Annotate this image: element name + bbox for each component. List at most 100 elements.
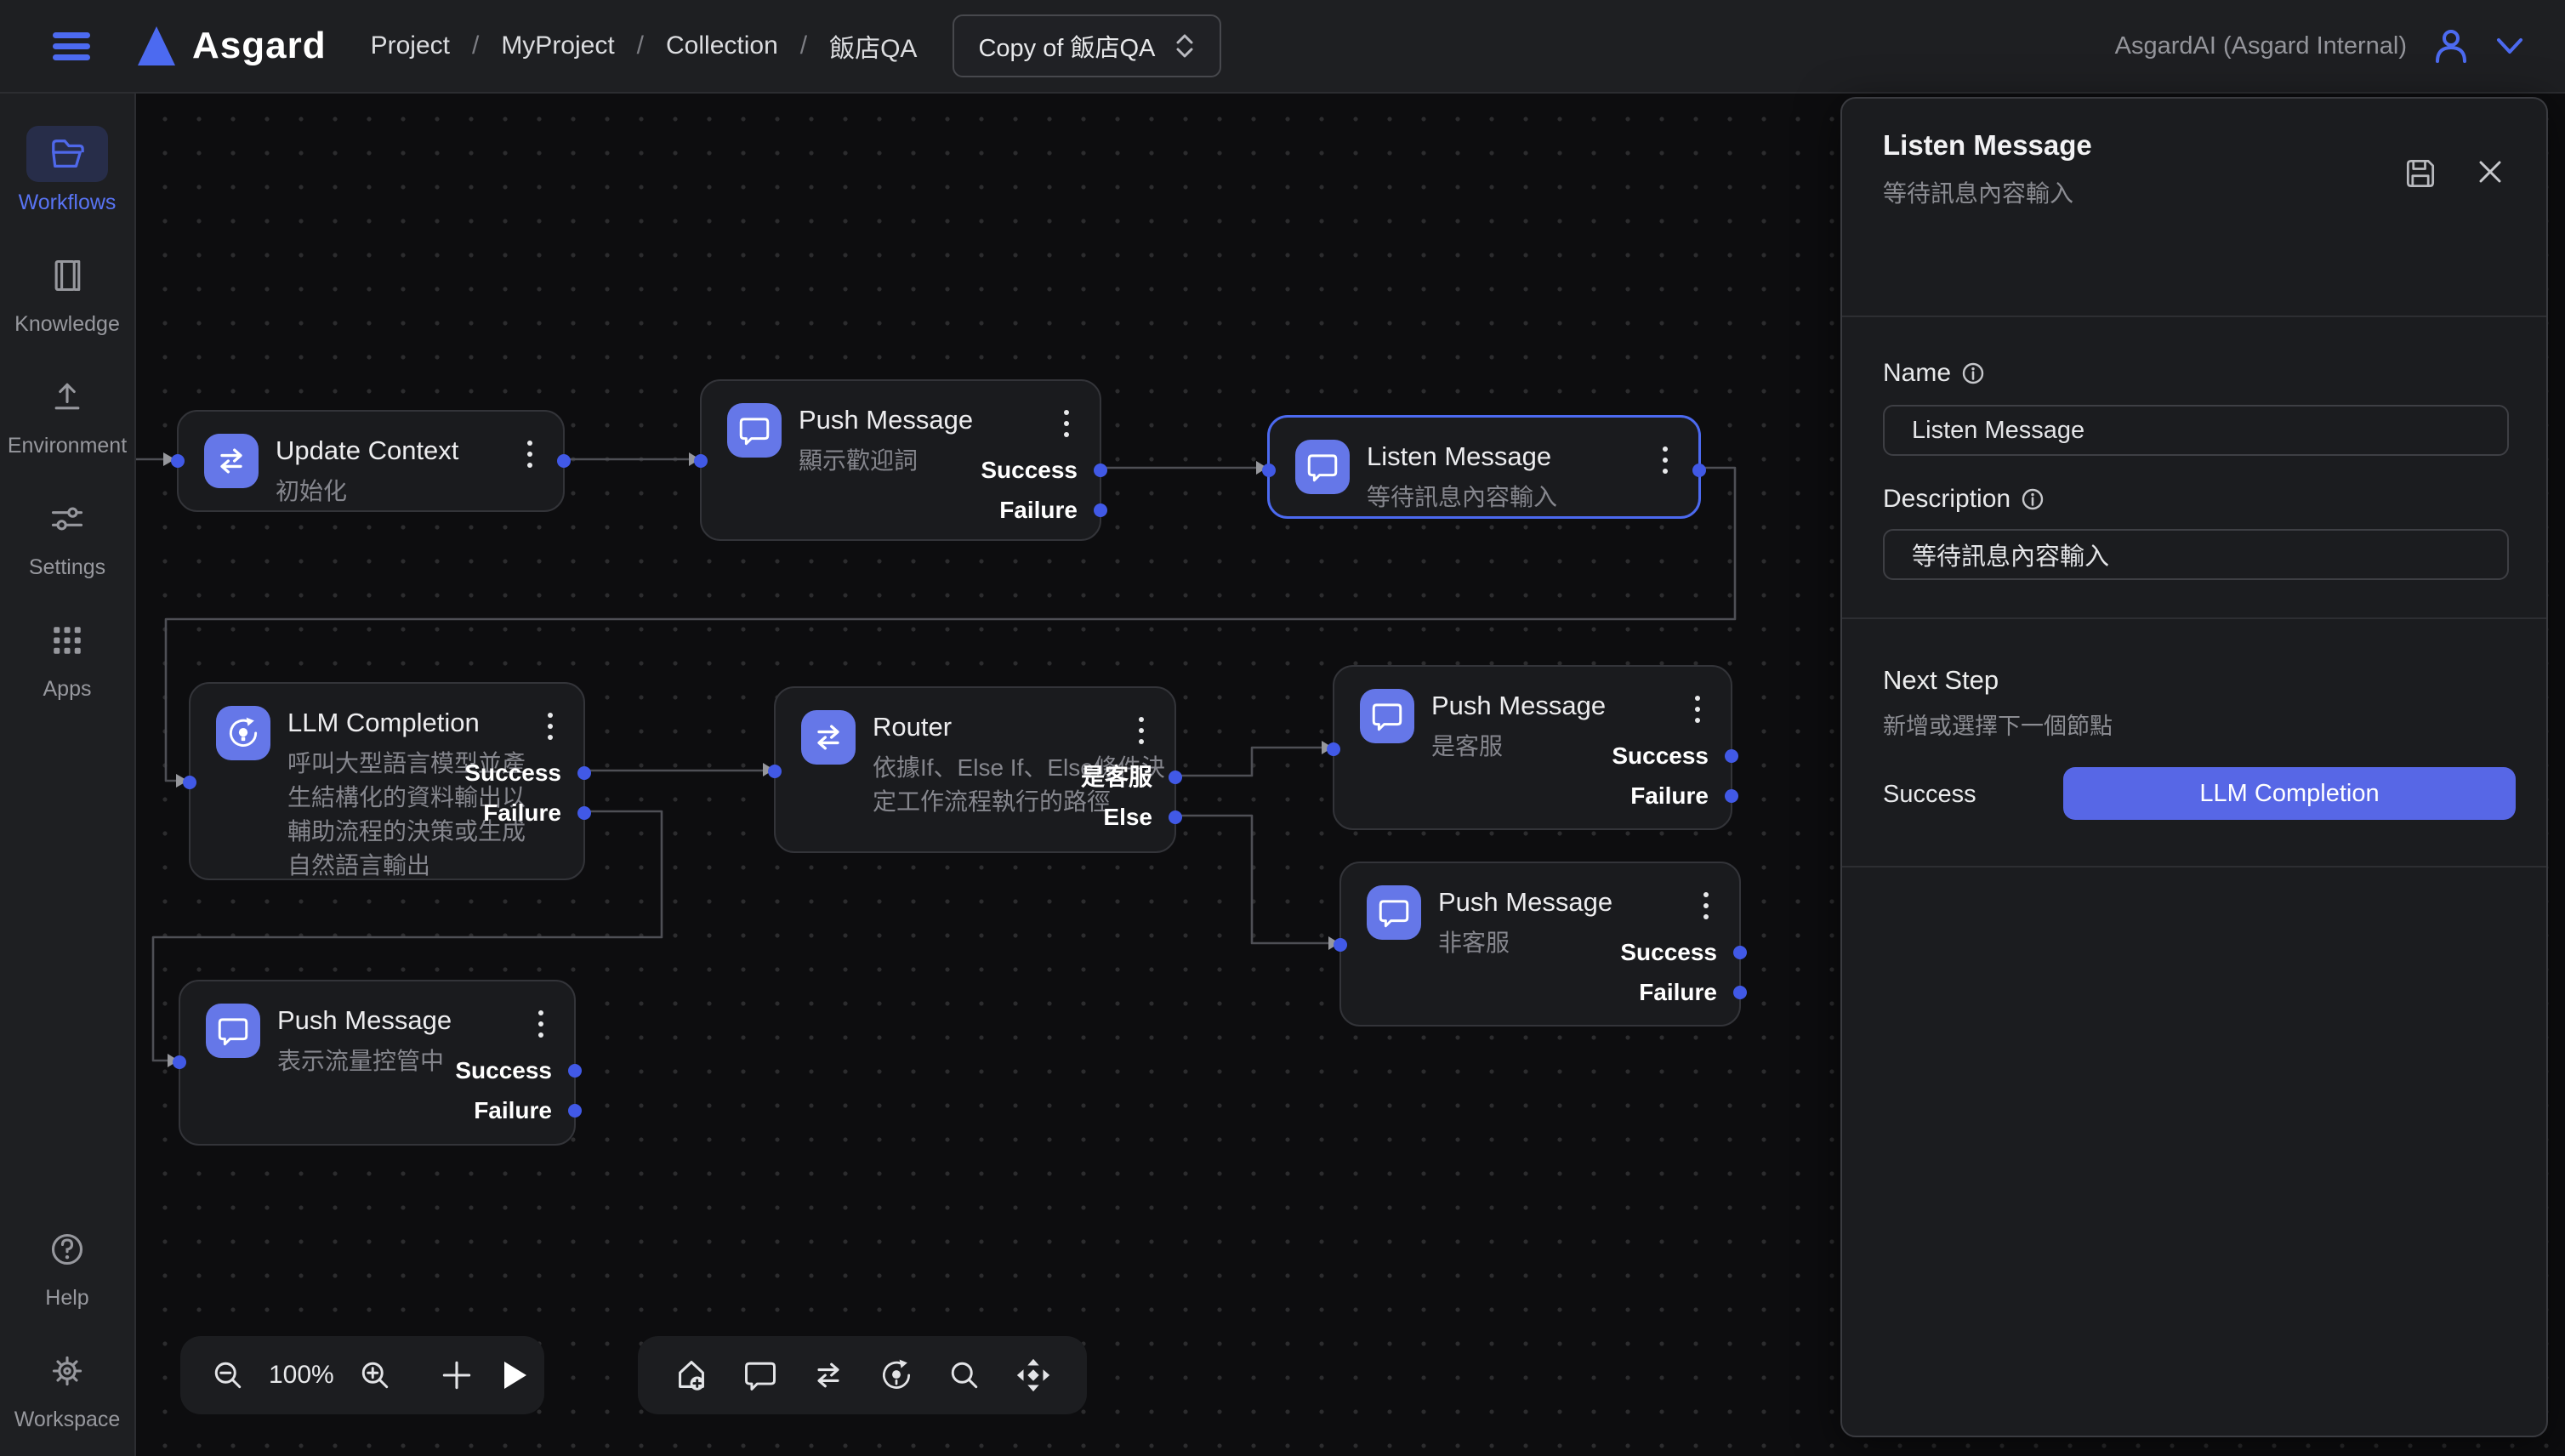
info-icon [2021,487,2045,511]
add-start-node-icon[interactable] [672,1356,711,1395]
port-success: Success [455,1057,552,1084]
input-handle[interactable] [171,454,185,468]
name-input[interactable] [1883,405,2509,456]
grid-icon [26,612,108,668]
output-handle-failure[interactable] [1094,503,1107,517]
add-node-icon[interactable] [438,1356,475,1394]
output-handle[interactable] [557,454,571,468]
name-label: Name [1883,359,1985,388]
input-handle[interactable] [768,765,782,778]
node-push-message-welcome[interactable]: Push Message 顯示歡迎詞 Success Failure [700,379,1101,541]
chat-bubble-icon [727,403,782,458]
zoom-in-icon[interactable] [356,1356,394,1394]
message-node-icon[interactable] [742,1356,779,1394]
node-llm-completion[interactable]: LLM Completion 呼叫大型語言模型並產生結構化的資料輸出以輔助流程的… [189,682,585,880]
output-handle-failure[interactable] [577,806,591,820]
node-router[interactable]: Router 依據If、Else If、Else條件決定工作流程執行的路徑 是客… [774,686,1176,853]
chat-bubble-icon [1360,689,1414,743]
output-handle-success[interactable] [1725,749,1738,763]
select-chevrons-icon [1174,31,1196,60]
next-step-subtitle: 新增或選擇下一個節點 [1883,708,2113,741]
port-failure: Failure [1630,782,1709,810]
output-handle-failure[interactable] [1733,986,1747,999]
chat-bubble-icon [1295,440,1350,494]
llm-node-icon[interactable] [878,1356,915,1394]
menu-icon[interactable] [49,29,94,63]
workflow-version-select[interactable]: Copy of 飯店QA [953,14,1221,77]
node-menu-button[interactable] [522,435,537,473]
node-push-message-cs[interactable]: Push Message 是客服 Success Failure [1333,665,1732,830]
node-menu-button[interactable] [1690,691,1705,728]
input-handle[interactable] [1334,938,1347,952]
node-push-message-not-cs[interactable]: Push Message 非客服 Success Failure [1339,862,1741,1027]
user-icon[interactable] [2431,26,2471,66]
save-icon[interactable] [2402,155,2439,192]
port-failure: Failure [474,1097,552,1124]
next-step-target-button[interactable]: LLM Completion [2063,767,2516,820]
run-workflow-icon[interactable] [498,1356,532,1394]
output-handle-else[interactable] [1169,810,1182,824]
sidebar-item-workflows[interactable]: Workflows [19,126,117,215]
input-handle[interactable] [173,1055,186,1069]
panel-divider [1842,866,2546,867]
node-menu-button[interactable] [543,708,558,745]
gear-icon [26,1343,108,1399]
breadcrumb-project[interactable]: Project [371,31,450,60]
sidebar-item-environment[interactable]: Environment [8,369,127,458]
node-menu-button[interactable] [533,1005,549,1043]
node-menu-button[interactable] [1059,405,1074,442]
output-handle[interactable] [1692,464,1706,477]
triangle-logo-icon [134,24,179,68]
sliders-icon [26,491,108,547]
breadcrumb-myproject[interactable]: MyProject [501,31,614,60]
zoom-out-icon[interactable] [209,1356,247,1394]
app-logo: Asgard [134,24,327,68]
sidebar-item-workspace[interactable]: Workspace [14,1343,121,1432]
output-handle-success[interactable] [1733,946,1747,959]
account-chevron-down-icon[interactable] [2495,36,2524,56]
folder-icon [26,126,108,182]
node-push-message-throttle[interactable]: Push Message 表示流量控管中 Success Failure [179,980,576,1146]
fit-view-icon[interactable] [1014,1356,1053,1395]
book-icon [26,247,108,304]
port-failure: Failure [483,799,561,827]
output-handle-success[interactable] [568,1064,582,1078]
input-handle[interactable] [1262,464,1276,477]
breadcrumb-collection[interactable]: Collection [666,31,778,60]
llm-bulb-icon [216,706,270,760]
output-handle-is-cs[interactable] [1169,771,1182,784]
brand-name: Asgard [192,25,327,67]
sidebar-item-knowledge[interactable]: Knowledge [14,247,120,337]
upload-icon [26,369,108,425]
port-is-cs: 是客服 [1081,764,1152,791]
output-handle-failure[interactable] [1725,789,1738,803]
account-name: AsgardAI (Asgard Internal) [2115,32,2407,60]
close-icon[interactable] [2473,155,2507,189]
port-failure: Failure [1639,979,1717,1006]
input-handle[interactable] [183,776,196,789]
output-handle-success[interactable] [577,766,591,780]
search-icon[interactable] [946,1356,983,1394]
swap-arrows-icon [204,434,259,488]
sidebar-item-apps[interactable]: Apps [26,612,108,702]
node-menu-button[interactable] [1134,712,1149,749]
top-bar: Asgard Project / MyProject / Collection … [0,0,2565,94]
node-listen-message[interactable]: Listen Message 等待訊息內容輸入 [1267,415,1701,519]
input-handle[interactable] [1327,742,1340,756]
output-handle-failure[interactable] [568,1104,582,1118]
input-handle[interactable] [694,454,708,468]
breadcrumb-current[interactable]: 飯店QA [829,27,917,65]
node-palette-toolbar [638,1336,1087,1414]
panel-subtitle: 等待訊息內容輸入 [1883,175,2073,209]
port-failure: Failure [999,497,1078,524]
port-success: Success [1620,939,1717,966]
description-input[interactable] [1883,529,2509,580]
node-menu-button[interactable] [1698,887,1714,924]
node-menu-button[interactable] [1658,441,1673,479]
swap-node-icon[interactable] [810,1356,847,1394]
panel-title: Listen Message [1883,129,2092,162]
output-handle-success[interactable] [1094,464,1107,477]
sidebar-item-settings[interactable]: Settings [26,491,108,580]
node-update-context[interactable]: Update Context 初始化 [177,410,565,512]
sidebar-item-help[interactable]: Help [26,1221,108,1311]
